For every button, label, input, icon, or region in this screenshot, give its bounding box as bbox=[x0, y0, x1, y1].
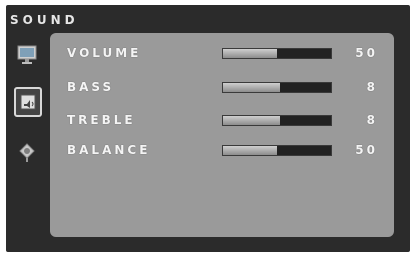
sound-settings-panel: VOLUME 50 BASS 8 TREBLE 8 BALANCE 50 bbox=[50, 33, 394, 237]
slider-fill bbox=[223, 49, 277, 58]
setting-value: 50 bbox=[355, 46, 378, 60]
treble-slider[interactable] bbox=[222, 115, 332, 126]
setup-icon[interactable] bbox=[14, 139, 40, 165]
menu-title: SOUND bbox=[10, 13, 79, 27]
setting-row-bass[interactable]: BASS 8 bbox=[50, 79, 394, 97]
setting-value: 8 bbox=[366, 113, 378, 127]
setting-label: BASS bbox=[67, 80, 115, 94]
slider-fill bbox=[223, 116, 281, 125]
setting-value: 50 bbox=[355, 143, 378, 157]
setting-row-balance[interactable]: BALANCE 50 bbox=[50, 142, 394, 160]
setting-label: VOLUME bbox=[67, 46, 142, 60]
setting-label: BALANCE bbox=[67, 143, 151, 157]
slider-fill bbox=[223, 146, 277, 155]
picture-icon[interactable] bbox=[14, 41, 40, 67]
setting-value: 8 bbox=[366, 80, 378, 94]
volume-slider[interactable] bbox=[222, 48, 332, 59]
sound-icon[interactable] bbox=[14, 87, 42, 117]
setting-row-treble[interactable]: TREBLE 8 bbox=[50, 112, 394, 130]
setting-label: TREBLE bbox=[67, 113, 136, 127]
balance-slider[interactable] bbox=[222, 145, 332, 156]
osd-screen: SOUND VOLUME 50 BASS 8 TREBLE 8 BALANCE … bbox=[6, 5, 410, 252]
bass-slider[interactable] bbox=[222, 82, 332, 93]
setting-row-volume[interactable]: VOLUME 50 bbox=[50, 45, 394, 63]
slider-fill bbox=[223, 83, 281, 92]
